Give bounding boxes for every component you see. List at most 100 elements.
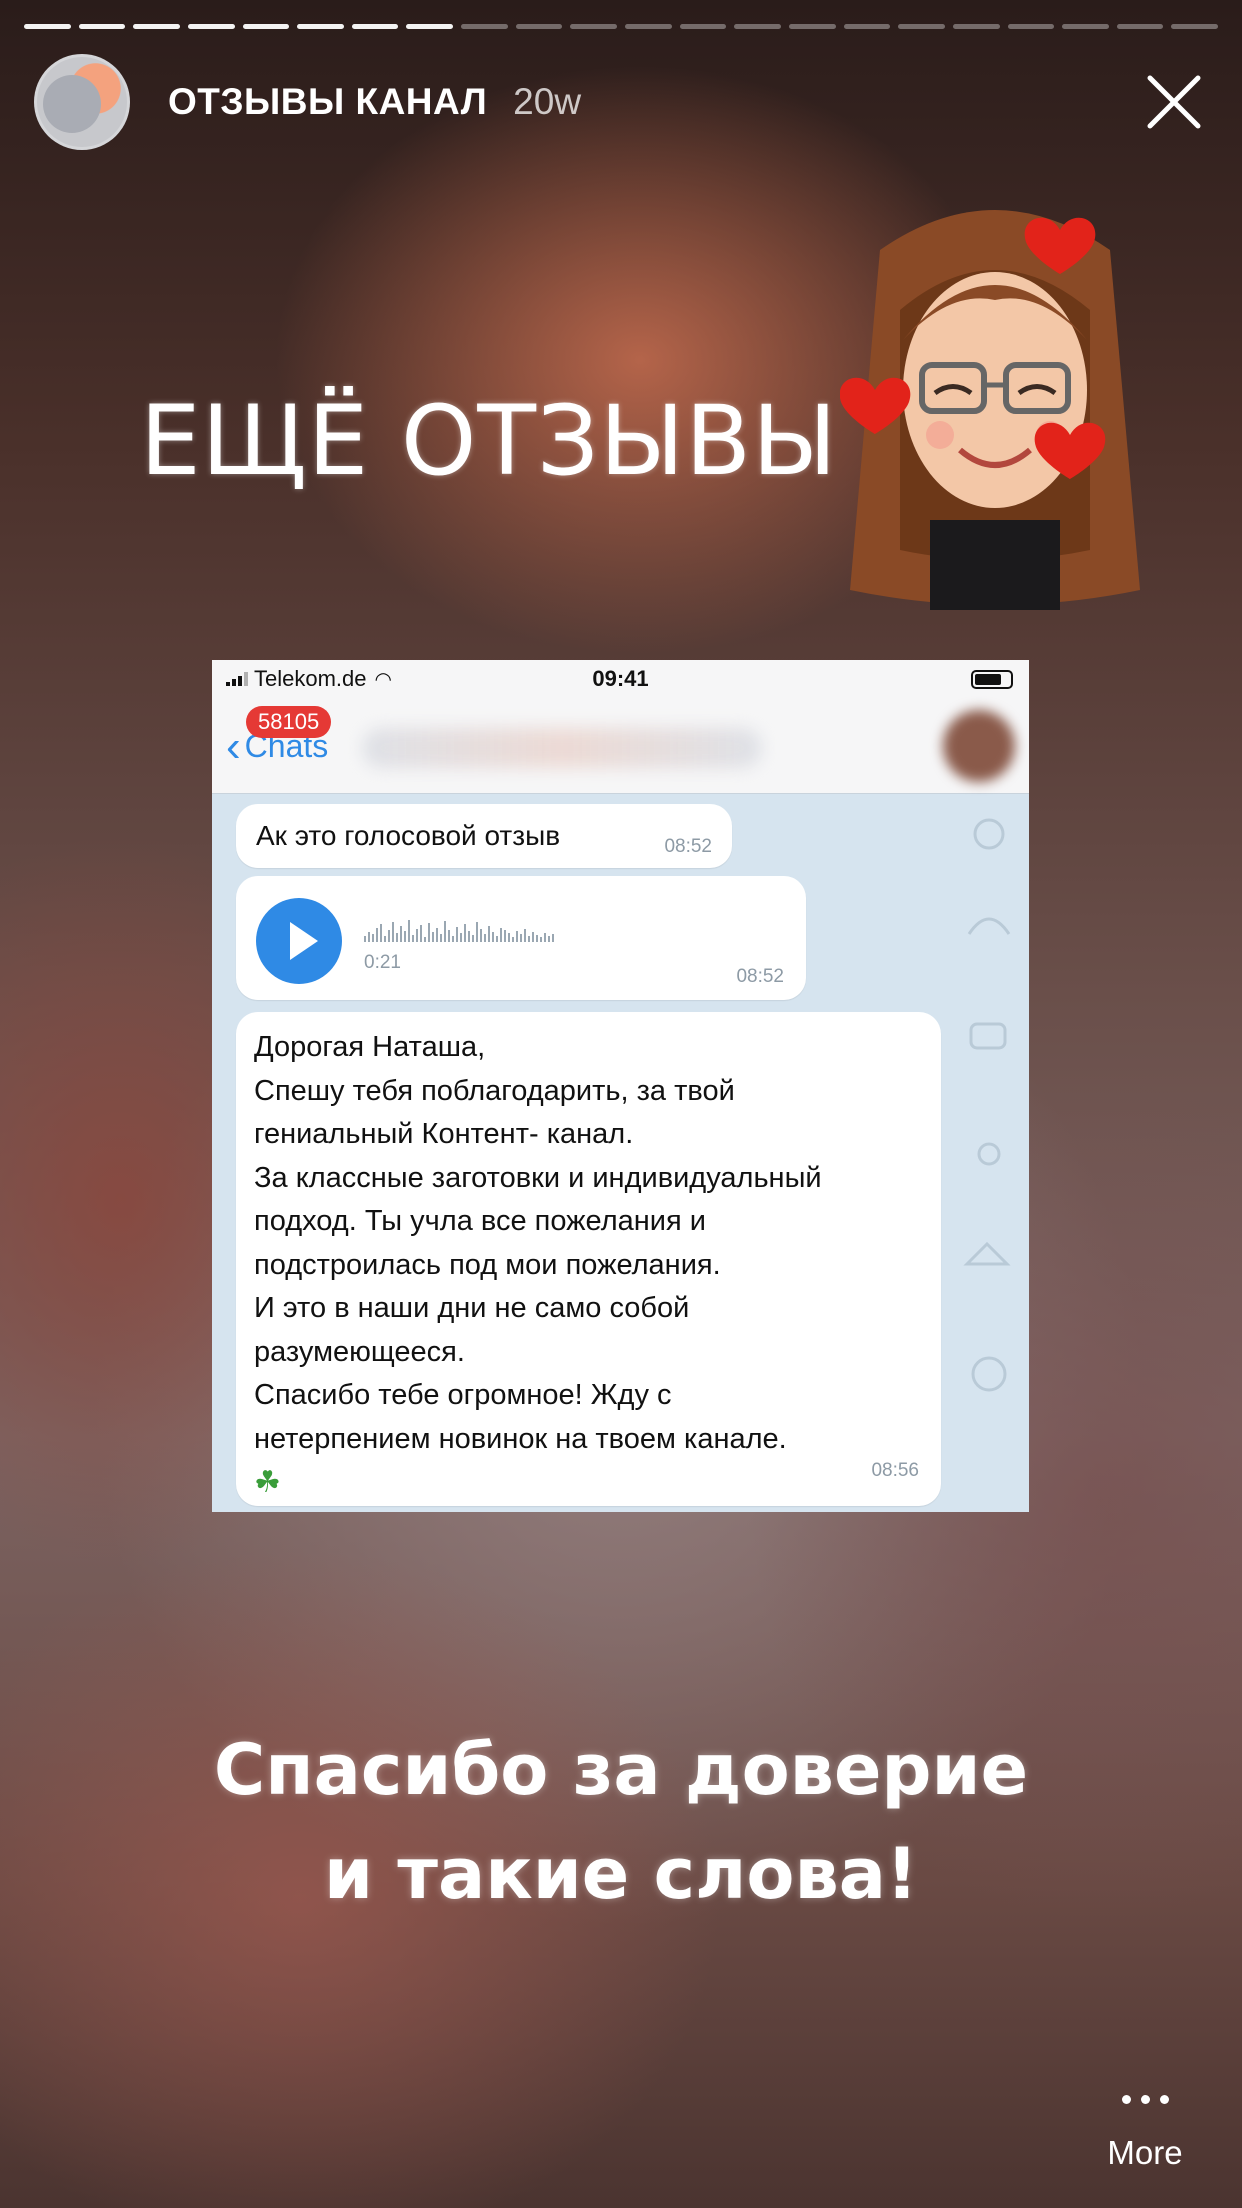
unread-badge: 58105 — [246, 706, 332, 738]
progress-segment — [78, 24, 126, 29]
waveform-bar — [376, 928, 378, 942]
progress-segment — [734, 24, 781, 29]
progress-segment — [187, 24, 235, 29]
chat-nav-bar: ‹ Chats 58105 — [212, 698, 1029, 794]
waveform-bar — [544, 933, 546, 942]
progress-segment — [351, 24, 399, 29]
waveform-bar — [500, 928, 502, 942]
contact-avatar-blurred — [943, 710, 1015, 782]
voice-duration: 0:21 — [364, 952, 401, 973]
message-time: 08:52 — [736, 966, 784, 987]
waveform-bar — [464, 924, 466, 942]
waveform-bar — [436, 928, 438, 942]
waveform-bar — [368, 932, 370, 942]
progress-segment — [24, 24, 71, 29]
waveform-bar — [384, 936, 386, 942]
waveform-bar — [476, 922, 478, 942]
progress-segment — [952, 24, 1000, 29]
more-label: More — [1107, 2134, 1183, 2171]
channel-name[interactable]: ОТЗЫВЫ КАНАЛ — [168, 81, 487, 123]
voice-message-bubble: 0:21 08:52 — [236, 876, 806, 1000]
waveform-bar — [388, 930, 390, 942]
waveform-bar — [516, 931, 518, 942]
waveform-bar — [536, 935, 538, 942]
progress-segment — [1007, 24, 1055, 29]
story-progress-bar — [24, 24, 1219, 29]
waveform-bar — [412, 935, 414, 942]
story-age: 20w — [513, 81, 582, 122]
message-line: разумеющееся. — [254, 1335, 465, 1368]
ios-status-bar: Telekom.de ◠ 09:41 — [212, 660, 1029, 698]
caption-line: и такие слова! — [324, 1833, 918, 1915]
waveform-bar — [380, 924, 382, 942]
contact-name-blurred — [362, 728, 762, 768]
chat-wallpaper-doodles — [963, 818, 1011, 1392]
waveform-bar — [432, 932, 434, 942]
waveform-bar — [532, 932, 534, 942]
waveform-bar — [444, 921, 446, 942]
message-line: гениальный Контент- канал. — [254, 1118, 634, 1150]
memoji-sticker-icon — [840, 210, 1140, 610]
message-line: И это в наши дни не само собой — [254, 1292, 690, 1324]
waveform-bar — [504, 930, 506, 942]
message-bubble: Дорогая Наташа, Спешу тебя поблагодарить… — [236, 1012, 941, 1506]
waveform-bar — [456, 927, 458, 942]
message-time: 08:56 — [871, 1459, 919, 1481]
progress-segment — [788, 24, 836, 29]
story-header: ОТЗЫВЫ КАНАЛ 20w — [34, 52, 1218, 152]
waveform-bar — [540, 937, 542, 942]
waveform-bar — [480, 929, 482, 942]
waveform-bar — [364, 936, 366, 942]
waveform-bar — [440, 934, 442, 942]
waveform-bar — [400, 926, 402, 942]
status-time: 09:41 — [592, 666, 649, 691]
close-icon[interactable] — [1144, 72, 1204, 132]
waveform-bar — [452, 936, 454, 942]
waveform-bar — [424, 937, 426, 942]
waveform-bar — [408, 920, 410, 942]
waveform-bar — [492, 932, 494, 942]
message-line: Спешу тебя поблагодарить, за твой — [254, 1074, 735, 1107]
message-text: Ак это голосовой отзыв — [256, 820, 561, 851]
progress-segment — [898, 24, 945, 29]
waveform-bar — [420, 925, 422, 942]
message-line: Спасибо тебе огромное! Жду с — [254, 1379, 672, 1411]
progress-segment — [297, 24, 344, 29]
waveform-bar — [428, 923, 430, 942]
channel-avatar[interactable] — [34, 54, 130, 150]
waveform-bar — [548, 936, 550, 942]
progress-segment — [843, 24, 891, 29]
more-button[interactable]: More — [1090, 2095, 1200, 2172]
waveform-bar — [468, 931, 470, 942]
waveform-bar — [512, 937, 514, 942]
progress-segment — [570, 24, 618, 29]
progress-segment — [406, 24, 454, 29]
progress-segment — [133, 24, 180, 29]
message-time: 08:52 — [664, 836, 712, 857]
progress-segment — [515, 24, 563, 29]
waveform-bar — [520, 934, 522, 942]
chat-screenshot: Telekom.de ◠ 09:41 ‹ Chats 58105 Ак это … — [212, 660, 1029, 1512]
waveform-bar — [508, 933, 510, 942]
waveform-bar — [484, 934, 486, 942]
waveform-bar — [392, 922, 394, 942]
story-headline: ЕЩЁ ОТЗЫВЫ — [140, 385, 838, 497]
play-icon[interactable] — [256, 898, 342, 984]
story-caption: Спасибо за доверие и такие слова! — [0, 1718, 1242, 1926]
waveform-bar — [372, 934, 374, 942]
waveform-bar — [460, 933, 462, 942]
progress-segment — [679, 24, 727, 29]
clover-icon: ☘ — [254, 1466, 281, 1499]
waveform-bar — [524, 929, 526, 942]
waveform-bar — [496, 936, 498, 942]
waveform-bar — [552, 934, 554, 942]
waveform-bar — [404, 931, 406, 942]
more-dots-icon — [1090, 2095, 1200, 2104]
caption-line: Спасибо за доверие — [213, 1729, 1029, 1811]
progress-segment — [1171, 24, 1219, 29]
message-line: нетерпением новинок на твоем канале. — [254, 1422, 787, 1455]
waveform-bar — [472, 935, 474, 942]
message-line: Дорогая Наташа, — [254, 1031, 486, 1063]
message-bubble: Ак это голосовой отзыв 08:52 — [236, 804, 732, 868]
message-line: подход. Ты учла все пожелания и — [254, 1205, 706, 1237]
